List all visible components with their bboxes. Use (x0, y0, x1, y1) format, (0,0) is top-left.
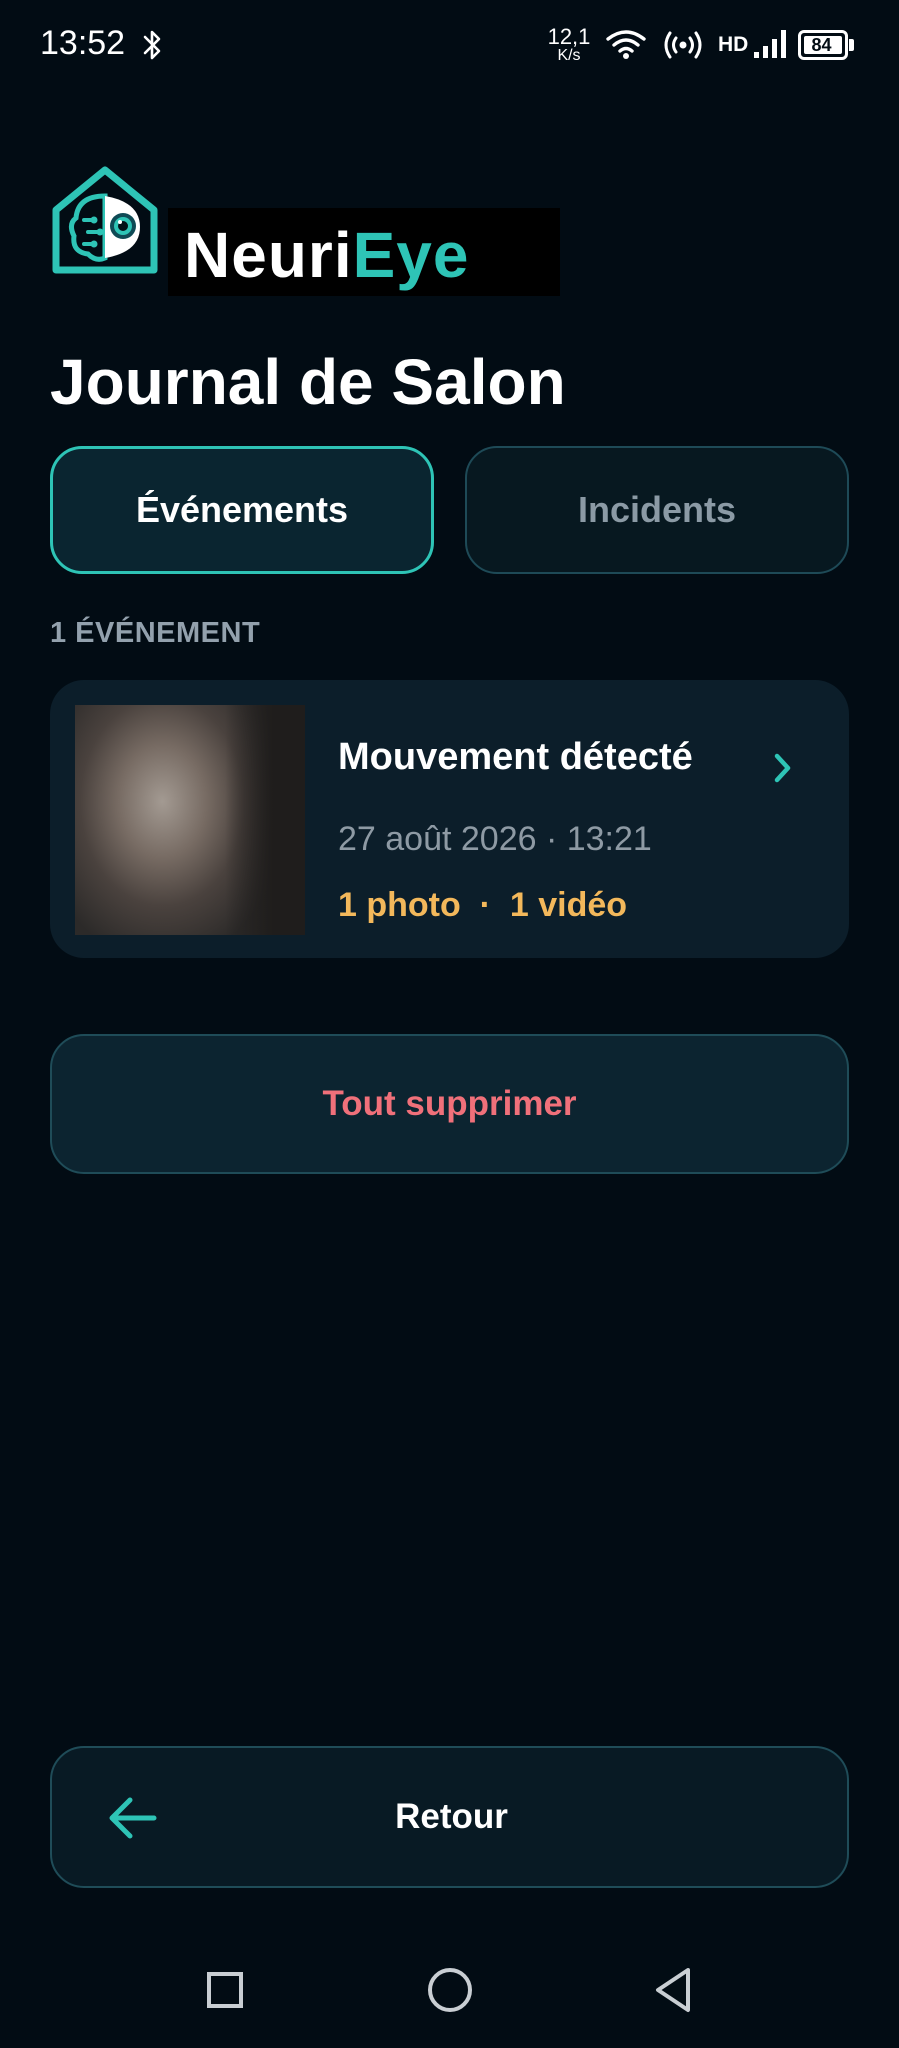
back-label: Retour (395, 1797, 508, 1836)
status-bar: 13:52 12,1 K/s HD 84 (0, 0, 899, 92)
hotspot-icon (664, 31, 702, 59)
back-icon[interactable] (652, 1966, 694, 2014)
home-icon[interactable] (428, 1968, 472, 2012)
delete-all-button[interactable]: Tout supprimer (50, 1034, 849, 1174)
screen: 13:52 12,1 K/s HD 84 NeuriEye Journal de… (0, 0, 899, 2048)
logo-house-brain-eye-icon (52, 166, 158, 274)
system-nav-bar (0, 1940, 899, 2048)
wifi-icon (606, 30, 646, 59)
battery-level: 84 (811, 35, 832, 55)
tab-evenements-label: Événements (135, 489, 349, 530)
back-button[interactable]: Retour (50, 1746, 849, 1888)
event-thumbnail (75, 705, 305, 935)
bluetooth-icon (143, 30, 161, 60)
tab-incidents-label: Incidents (577, 489, 737, 530)
battery-nub (849, 39, 854, 51)
event-card[interactable]: Mouvement détecté 27 août 2026 · 13:21 1… (50, 680, 849, 958)
delete-all-label: Tout supprimer (322, 1084, 577, 1123)
logo-wordmark-eye: Eye (352, 219, 470, 291)
network-speed-value: 12,1 (547, 24, 591, 49)
event-count-label: 1 ÉVÉNEMENT (50, 617, 261, 649)
tab-incidents[interactable]: Incidents (465, 446, 849, 574)
network-type-label: HD (718, 33, 749, 56)
tab-evenements[interactable]: Événements (50, 446, 434, 574)
logo-wordmark-neuri: Neuri (184, 219, 353, 291)
recent-apps-icon[interactable] (207, 1972, 243, 2008)
signal-icon (754, 30, 786, 58)
logo-wordmark: NeuriEye (168, 208, 560, 296)
chevron-right-icon (774, 753, 791, 783)
event-media-summary: 1 photo · 1 vidéo (338, 886, 628, 924)
page-title: Journal de Salon (50, 346, 566, 418)
battery-icon: 84 (798, 30, 854, 60)
network-speed: 12,1 K/s (545, 26, 593, 64)
network-speed-unit: K/s (557, 47, 581, 64)
event-datetime: 27 août 2026 · 13:21 (338, 820, 652, 858)
status-time: 13:52 (40, 24, 126, 62)
brand-logo: NeuriEye (48, 160, 560, 300)
event-title: Mouvement détecté (338, 736, 693, 778)
